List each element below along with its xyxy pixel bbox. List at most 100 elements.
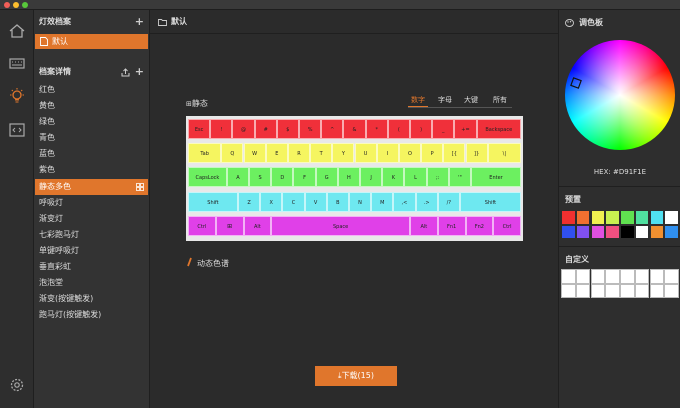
profile-item-default[interactable]: 默认 — [35, 34, 148, 49]
custom-swatch[interactable] — [561, 283, 576, 299]
preset-swatch[interactable] — [561, 210, 576, 225]
key[interactable]: \| — [487, 143, 521, 164]
key[interactable]: R — [287, 143, 311, 164]
key[interactable]: Esc — [188, 119, 211, 139]
custom-swatch[interactable] — [649, 269, 664, 284]
key[interactable]: Alt — [410, 215, 438, 236]
key[interactable]: J — [360, 167, 383, 188]
preset-swatch[interactable] — [575, 210, 591, 225]
key[interactable]: Space — [271, 215, 410, 236]
key[interactable]: Shift — [459, 191, 521, 212]
preset-swatch[interactable] — [590, 210, 605, 225]
key[interactable]: H — [337, 167, 361, 188]
custom-swatch[interactable] — [620, 283, 635, 299]
key[interactable]: ⊞ — [215, 215, 244, 236]
custom-swatch[interactable] — [590, 283, 605, 299]
key[interactable]: A — [226, 167, 250, 188]
custom-swatch[interactable] — [605, 269, 620, 284]
effect-item[interactable]: 蓝色 — [34, 146, 150, 162]
key[interactable]: C — [282, 191, 305, 212]
key[interactable]: E — [265, 143, 288, 164]
key[interactable]: ) — [410, 119, 433, 139]
preset-swatch[interactable] — [575, 224, 591, 240]
key[interactable]: S — [249, 167, 272, 188]
key[interactable]: O — [398, 143, 422, 164]
key[interactable]: $ — [276, 119, 299, 139]
key[interactable]: Ctrl — [188, 215, 216, 236]
key[interactable]: V — [304, 191, 327, 212]
key[interactable]: Z — [237, 191, 261, 212]
preset-swatch[interactable] — [561, 224, 576, 240]
custom-swatch[interactable] — [634, 269, 650, 284]
custom-swatch[interactable] — [664, 283, 679, 299]
custom-swatch[interactable] — [664, 269, 679, 284]
key[interactable]: /? — [437, 191, 460, 212]
key[interactable]: Ctrl — [493, 215, 521, 236]
key[interactable]: * — [365, 119, 388, 139]
key[interactable]: Q — [221, 143, 244, 164]
effect-item[interactable]: 渐变(按键触发) — [34, 291, 150, 307]
minimize-window-button[interactable] — [13, 2, 19, 8]
key[interactable]: # — [254, 119, 277, 139]
key[interactable]: '" — [448, 167, 472, 188]
close-window-button[interactable] — [4, 2, 10, 8]
key[interactable]: & — [343, 119, 366, 139]
custom-swatch[interactable] — [575, 269, 591, 284]
key[interactable]: @ — [232, 119, 255, 139]
custom-swatch[interactable] — [649, 283, 664, 299]
key[interactable]: D — [271, 167, 294, 188]
key[interactable]: += — [454, 119, 477, 139]
key[interactable]: [{ — [443, 143, 466, 164]
key[interactable]: G — [315, 167, 338, 188]
effect-item[interactable]: 红色 — [34, 82, 150, 98]
key[interactable]: .> — [415, 191, 438, 212]
effect-item[interactable]: 呼吸灯 — [34, 195, 150, 211]
macro-code-icon[interactable] — [8, 121, 26, 139]
preset-swatch[interactable] — [649, 210, 664, 225]
custom-swatch[interactable] — [634, 283, 650, 299]
preset-swatch[interactable] — [634, 210, 650, 225]
preset-swatch[interactable] — [664, 210, 679, 225]
key[interactable]: N — [348, 191, 372, 212]
effect-item[interactable]: 垂直彩虹 — [34, 259, 150, 275]
custom-swatch[interactable] — [620, 269, 635, 284]
custom-swatch[interactable] — [590, 269, 605, 284]
preset-swatch[interactable] — [605, 210, 620, 225]
key[interactable]: Tab — [188, 143, 222, 164]
add-profile-button[interactable]: + — [135, 12, 144, 32]
key[interactable]: ]} — [465, 143, 488, 164]
preset-swatch[interactable] — [664, 224, 679, 240]
key[interactable]: W — [243, 143, 266, 164]
effect-item[interactable]: 紫色 — [34, 162, 150, 178]
key[interactable]: L — [404, 167, 427, 188]
custom-swatch[interactable] — [575, 283, 591, 299]
settings-gear-icon[interactable] — [8, 376, 26, 394]
key[interactable]: F — [293, 167, 316, 188]
color-picker-handle[interactable] — [569, 76, 583, 90]
key[interactable]: Enter — [471, 167, 521, 188]
key[interactable]: Alt — [243, 215, 272, 236]
preset-swatch[interactable] — [590, 224, 605, 240]
effect-item[interactable]: 绿色 — [34, 114, 150, 130]
preset-swatch[interactable] — [605, 224, 620, 240]
key[interactable]: K — [382, 167, 405, 188]
key[interactable]: X — [260, 191, 283, 212]
key[interactable]: B — [326, 191, 349, 212]
effect-item[interactable]: 静态多色 — [35, 178, 148, 195]
effect-item[interactable]: 青色 — [34, 130, 150, 146]
key[interactable]: I — [376, 143, 399, 164]
key[interactable]: M — [371, 191, 394, 212]
key[interactable]: Fn2 — [465, 215, 494, 236]
key[interactable]: Shift — [188, 191, 238, 212]
lighting-bulb-icon[interactable] — [8, 87, 26, 105]
key[interactable]: _ — [432, 119, 455, 139]
download-button[interactable]: ⤓下载(15) — [315, 366, 397, 386]
export-icon[interactable] — [121, 68, 130, 77]
key[interactable]: ( — [387, 119, 410, 139]
effect-item[interactable]: 单键呼吸灯 — [34, 243, 150, 259]
custom-swatch[interactable] — [561, 269, 576, 284]
color-wheel[interactable] — [565, 40, 675, 150]
preset-swatch[interactable] — [634, 224, 650, 240]
effect-item[interactable]: 七彩跑马灯 — [34, 227, 150, 243]
home-icon[interactable] — [8, 22, 26, 40]
